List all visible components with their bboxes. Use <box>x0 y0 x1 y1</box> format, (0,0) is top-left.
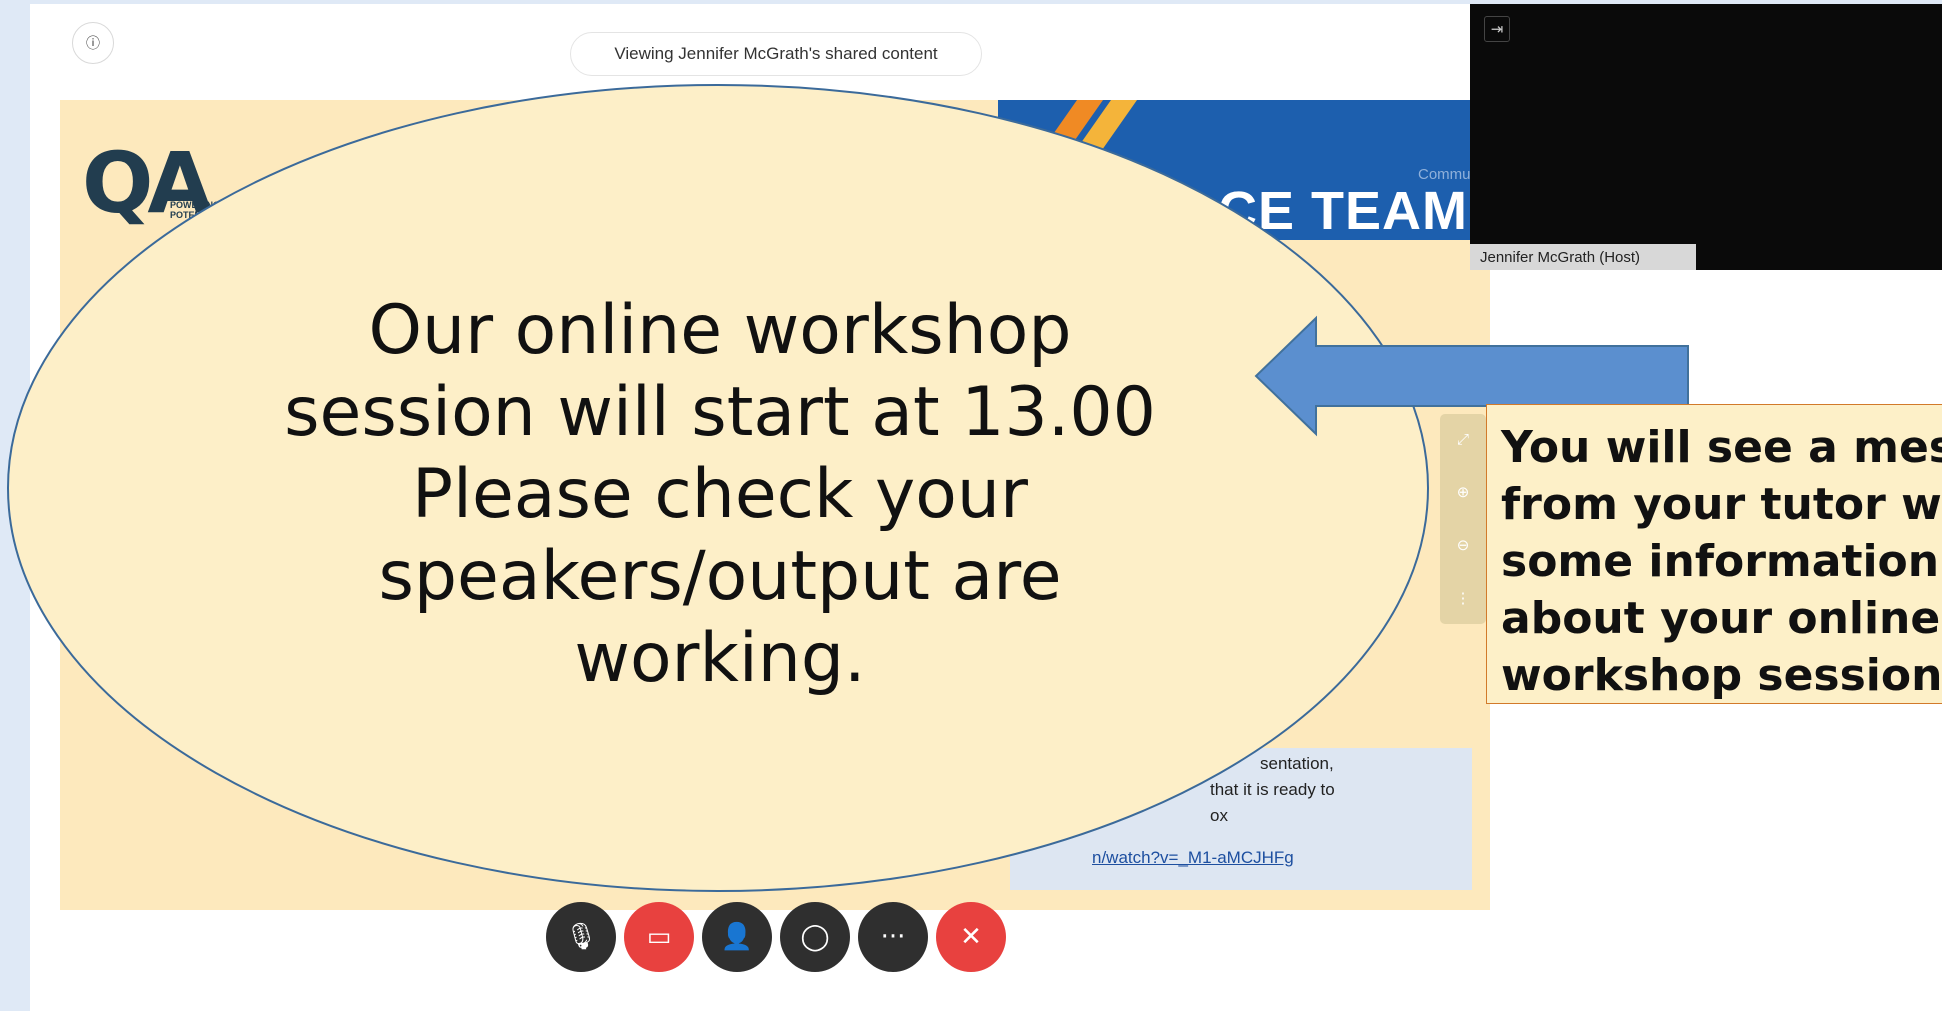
note-line: from your tutor with <box>1501 479 1942 530</box>
callout-line: Our online workshop <box>368 291 1072 370</box>
callout-line: Please check your <box>412 455 1028 534</box>
note-line: You will see a message <box>1501 422 1942 473</box>
callout-line: session will start at 13.00 <box>284 373 1156 452</box>
note-line: workshop session <box>1501 650 1942 701</box>
note-line: about your online <box>1501 593 1941 644</box>
callout-line: speakers/output are <box>378 537 1062 616</box>
callout-message: Our online workshop session will start a… <box>280 290 1160 700</box>
note-line: some information <box>1501 536 1940 587</box>
callout-line: working. <box>574 619 866 698</box>
tutor-message-note: You will see a message from your tutor w… <box>1486 404 1942 704</box>
